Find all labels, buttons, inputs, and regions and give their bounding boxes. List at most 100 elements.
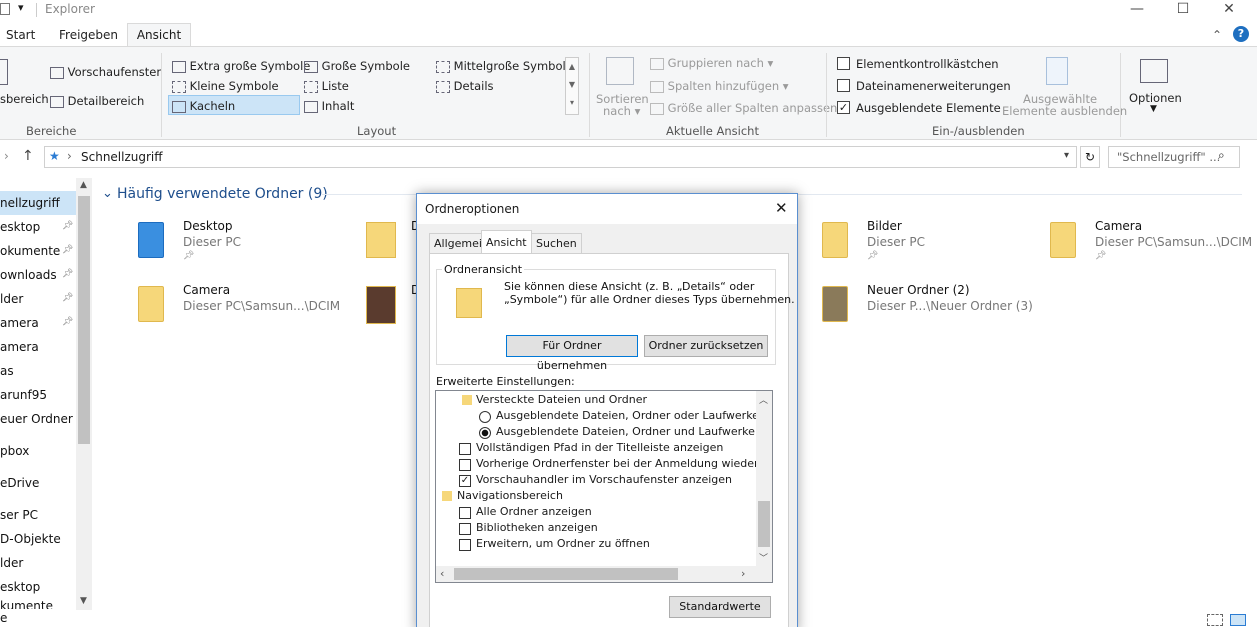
address-dropdown-icon[interactable]: ▾ <box>1064 150 1069 161</box>
add-columns-button[interactable]: Spalten hinzufügen ▾ <box>650 79 789 93</box>
section-header[interactable]: Häufig verwendete Ordner (9) <box>117 186 328 202</box>
scroll-up-icon[interactable]: ︿ <box>759 393 768 406</box>
folder-tile-bilder[interactable]: Bilder Dieser PC 📌︎ <box>820 216 1040 266</box>
navigation-pane-icon[interactable] <box>0 59 8 85</box>
pin-icon[interactable]: 📌︎ <box>62 317 73 327</box>
options-button[interactable]: Optionen <box>1129 91 1182 105</box>
radio-show-hidden[interactable] <box>479 427 491 439</box>
layout-medium-icons[interactable]: Mittelgroße Symbole <box>436 59 573 73</box>
address-bar[interactable]: ★ › Schnellzugriff ▾ <box>44 146 1077 168</box>
advanced-settings-tree[interactable]: Versteckte Dateien und Ordner Ausgeblend… <box>435 390 773 583</box>
layout-tiles[interactable]: Kacheln <box>172 99 235 113</box>
pin-icon[interactable]: 📌︎ <box>62 269 73 279</box>
forward-arrow-icon[interactable]: › <box>4 149 9 163</box>
maximize-button[interactable]: ☐ <box>1160 0 1206 20</box>
help-icon[interactable]: ? <box>1233 26 1249 42</box>
nav-item-as[interactable]: as <box>0 359 78 383</box>
up-arrow-icon[interactable]: ↑ <box>22 148 34 164</box>
folder-tile-camera[interactable]: Camera Dieser PC\Samsun...\DCIM 📌︎ <box>1048 216 1252 266</box>
nav-item-desktop-2[interactable]: esktop <box>0 575 78 599</box>
nav-item-this-pc[interactable]: ser PC <box>0 503 78 527</box>
details-view-icon[interactable] <box>1207 614 1223 626</box>
pin-icon[interactable]: 📌︎ <box>1095 251 1106 261</box>
minimize-button[interactable]: — <box>1114 0 1160 20</box>
layout-small-icons[interactable]: Kleine Symbole <box>172 79 279 93</box>
close-button[interactable]: ✕ <box>1206 0 1252 20</box>
pin-icon[interactable]: 📌︎ <box>62 245 73 255</box>
nav-item-new-folder[interactable]: euer Ordner (2) <box>0 407 78 431</box>
dialog-tab-view[interactable]: Ansicht <box>481 230 532 254</box>
hide-selected-line2[interactable]: Elemente ausblenden <box>1002 104 1127 118</box>
nav-item-dropbox[interactable]: pbox <box>0 439 78 463</box>
hidden-items-checkbox[interactable]: ✓ <box>837 101 850 114</box>
documents-folder-icon[interactable] <box>366 222 396 258</box>
folder-tile-desktop[interactable]: Desktop Dieser PC 📌︎ <box>136 216 366 266</box>
layout-large-icons[interactable]: Große Symbole <box>304 59 410 73</box>
checkbox-preview-handlers[interactable]: ✓ <box>459 475 471 487</box>
refresh-icon[interactable]: ↻ <box>1080 146 1100 168</box>
layout-details[interactable]: Details <box>436 79 494 93</box>
folder-tile-camera-2[interactable]: Camera Dieser PC\Samsun...\DCIM <box>136 280 366 330</box>
dialog-close-button[interactable]: ✕ <box>775 199 788 217</box>
restore-defaults-button[interactable]: Standardwerte <box>669 596 771 618</box>
scroll-down-icon[interactable]: ▼ <box>80 596 87 606</box>
group-by-button[interactable]: Gruppieren nach ▾ <box>650 56 773 70</box>
group-by-label: Gruppieren nach <box>667 56 764 70</box>
tab-freigeben[interactable]: Freigeben <box>59 28 118 42</box>
checkbox-restore-windows[interactable] <box>459 459 471 471</box>
photo-folder-icon[interactable] <box>366 286 396 324</box>
nav-item-onedrive[interactable]: eDrive <box>0 471 78 495</box>
fit-columns-button[interactable]: Größe aller Spalten anpassen <box>650 101 837 115</box>
checkbox-libraries[interactable] <box>459 523 471 535</box>
breadcrumb[interactable]: Schnellzugriff <box>81 150 163 164</box>
collapse-ribbon-icon[interactable]: ⌃ <box>1212 28 1222 42</box>
nav-item-partial[interactable]: e <box>0 611 78 625</box>
tiles-view-icon[interactable] <box>1230 614 1246 626</box>
scroll-down-icon[interactable]: ﹀ <box>759 551 768 564</box>
checkbox-full-path[interactable] <box>459 443 471 455</box>
nav-item-camera-2[interactable]: amera <box>0 335 78 359</box>
navigation-pane-button[interactable]: sbereich <box>0 92 49 106</box>
scroll-left-icon[interactable]: ‹ <box>440 567 444 580</box>
nav-item-pictures-2[interactable]: lder <box>0 551 78 575</box>
layout-extra-large-icons[interactable]: Extra große Symbole <box>172 59 310 73</box>
preview-pane-button[interactable]: Vorschaufenster <box>50 65 161 79</box>
nav-item-documents-2[interactable]: kumente <box>0 599 78 609</box>
file-extensions-checkbox[interactable] <box>837 79 850 92</box>
pin-icon[interactable]: 📌︎ <box>62 293 73 303</box>
qat-dropdown-icon[interactable]: ▾ <box>18 1 24 14</box>
nav-item-arunf95[interactable]: arunf95 <box>0 383 78 407</box>
pin-icon[interactable]: 📌︎ <box>62 221 73 231</box>
checkbox-all-folders[interactable] <box>459 507 471 519</box>
section-collapse-icon[interactable]: ⌄ <box>102 186 113 201</box>
item-checkboxes-checkbox[interactable] <box>837 57 850 70</box>
details-icon <box>436 80 450 93</box>
layout-scroll[interactable]: ▲ ▼ ▾ <box>565 57 579 115</box>
reset-folders-button[interactable]: Ordner zurücksetzen <box>644 335 768 357</box>
checkbox-expand-to-folder[interactable] <box>459 539 471 551</box>
tab-ansicht[interactable]: Ansicht <box>127 23 191 47</box>
scroll-right-icon[interactable]: › <box>741 567 745 580</box>
nav-item-quick-access[interactable]: nellzugriff <box>0 191 78 215</box>
pin-icon[interactable]: 📌︎ <box>183 251 194 261</box>
scroll-up-icon[interactable]: ▲ <box>80 180 87 190</box>
nav-scrollbar-thumb[interactable] <box>78 196 90 444</box>
tree-scrollbar-thumb[interactable] <box>758 501 770 547</box>
layout-content[interactable]: Inhalt <box>304 99 354 113</box>
options-dropdown-icon[interactable]: ▼ <box>1150 104 1157 114</box>
extra-large-icons-icon <box>172 60 186 73</box>
dialog-tab-search[interactable]: Suchen <box>531 233 582 253</box>
tree-horizontal-thumb[interactable] <box>454 568 678 580</box>
nav-item-3d-objects[interactable]: D-Objekte <box>0 527 78 551</box>
tab-start[interactable]: Start <box>6 28 35 42</box>
layout-list[interactable]: Liste <box>304 79 349 93</box>
folder-tile-new-folder[interactable]: Neuer Ordner (2) Dieser P...\Neuer Ordne… <box>820 280 1050 330</box>
sort-icon <box>606 57 634 85</box>
search-icon[interactable]: ⌕ <box>1218 148 1225 163</box>
sort-button-line2[interactable]: nach ▾ <box>603 104 640 118</box>
folder-icon <box>442 491 452 501</box>
radio-hide-hidden[interactable] <box>479 411 491 423</box>
pin-icon[interactable]: 📌︎ <box>867 251 878 261</box>
details-pane-button[interactable]: Detailbereich <box>50 94 144 108</box>
apply-to-folders-button[interactable]: Für Ordner übernehmen <box>506 335 638 372</box>
